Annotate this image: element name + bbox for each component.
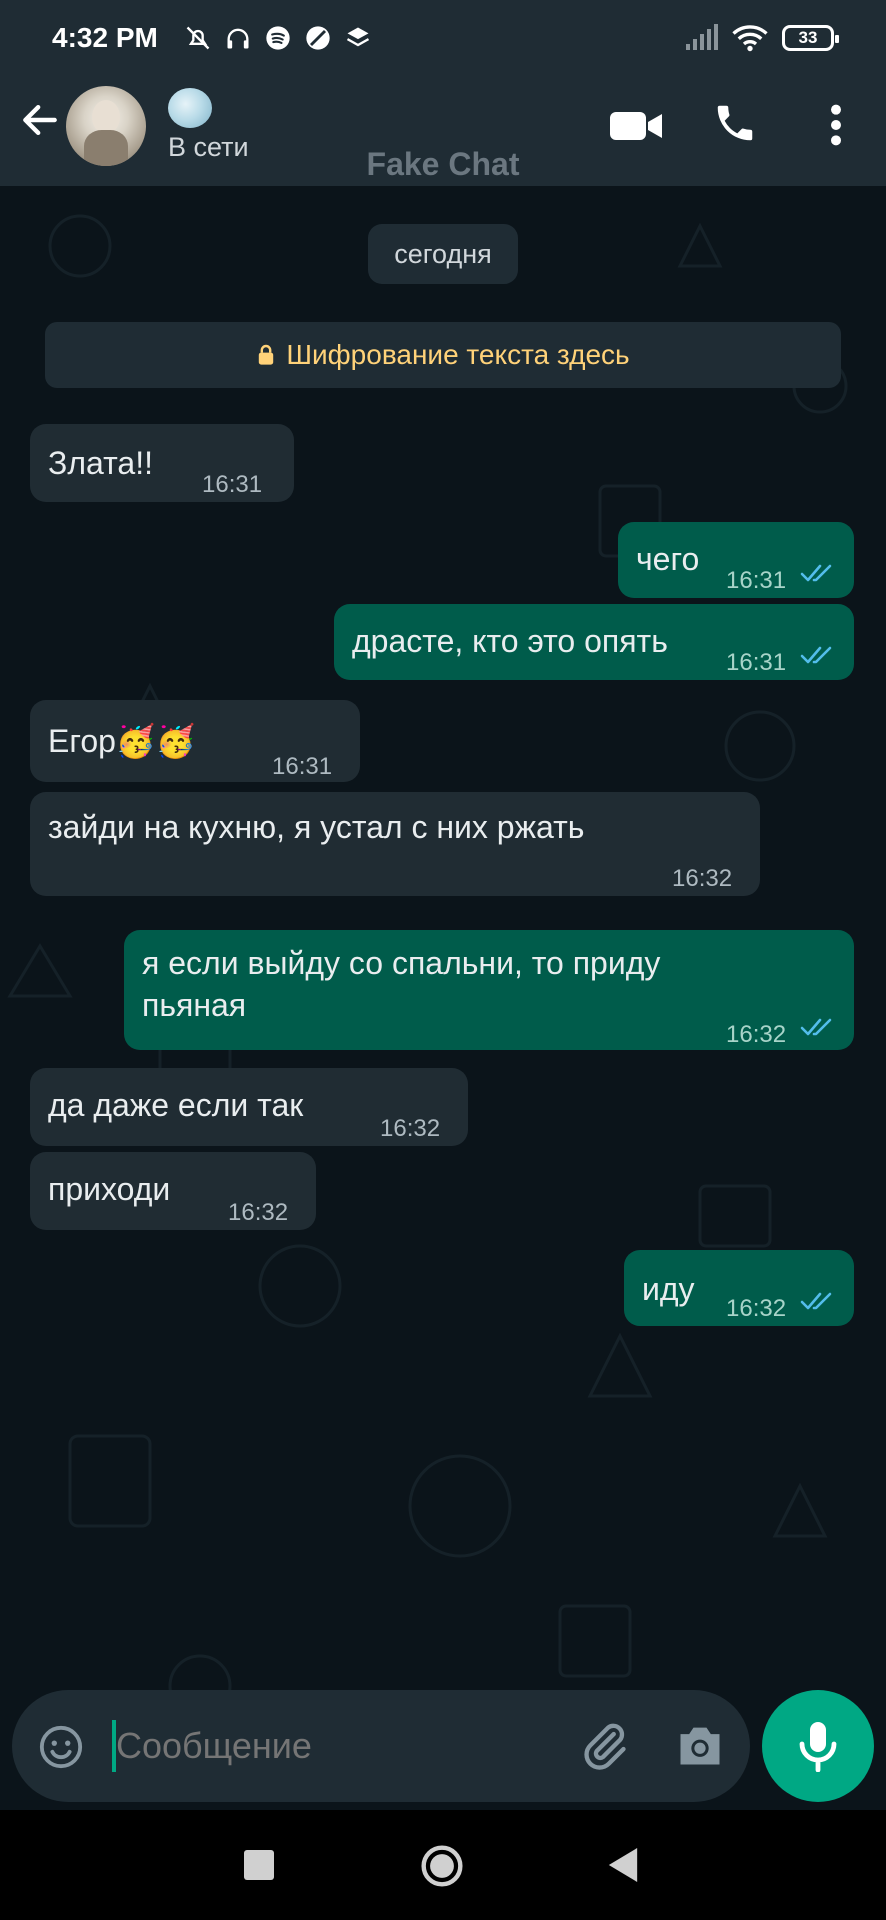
message-text: приходи [48, 1171, 171, 1207]
lock-icon [259, 344, 274, 365]
read-ticks-icon [800, 1018, 832, 1036]
message-incoming[interactable]: да даже если так 16:32 [30, 1068, 468, 1146]
back-arrow-icon[interactable] [18, 98, 62, 142]
message-time: 16:32 [726, 1021, 787, 1048]
circle-slash-icon [306, 26, 330, 50]
camera-icon[interactable] [674, 1720, 726, 1770]
message-text: иду [642, 1271, 695, 1307]
wifi-icon [732, 25, 768, 52]
message-text: зайди на кухню, я устал с них ржать [48, 809, 585, 845]
message-text: Егор🥳🥳 [48, 723, 196, 759]
message-text: да даже если так [48, 1087, 304, 1123]
message-time: 16:32 [228, 1199, 289, 1226]
date-divider: сегодня [368, 224, 518, 284]
encryption-notice-text: Шифрование текста здесь [286, 339, 630, 370]
message-time: 16:32 [726, 1295, 787, 1322]
message-time: 16:32 [672, 865, 733, 892]
video-call-icon[interactable] [608, 106, 664, 146]
message-incoming[interactable]: зайди на кухню, я устал с них ржать 16:3… [30, 792, 760, 896]
message-incoming[interactable]: приходи 16:32 [30, 1152, 316, 1230]
status-time: 4:32 PM [52, 22, 158, 53]
message-text: чего [636, 541, 700, 577]
message-incoming[interactable]: Егор🥳🥳 16:31 [30, 700, 360, 782]
status-notification-icons [184, 24, 372, 52]
read-ticks-icon [800, 564, 832, 582]
bell-off-icon [186, 26, 210, 50]
layers-icon [346, 27, 369, 47]
phone-icon[interactable] [712, 100, 758, 146]
more-vertical-icon[interactable] [820, 102, 852, 148]
mic-icon [799, 1722, 837, 1772]
headphones-icon [227, 28, 249, 49]
message-time: 16:31 [202, 471, 263, 498]
message-time: 16:31 [272, 753, 333, 780]
message-time: 16:32 [380, 1115, 441, 1142]
message-time: 16:31 [726, 649, 787, 676]
read-ticks-icon [800, 1292, 832, 1310]
voice-record-button[interactable] [762, 1690, 874, 1802]
spotify-icon [266, 26, 290, 50]
attach-icon[interactable] [578, 1720, 630, 1772]
nav-back-icon[interactable] [608, 1848, 638, 1882]
message-outgoing[interactable]: чего 16:31 [618, 522, 854, 598]
signal-icon [686, 24, 718, 50]
message-text: Злата!! [48, 445, 153, 481]
message-input[interactable] [116, 1718, 556, 1774]
chat-area[interactable]: сегодня Шифрование текста здесь Злата!! … [0, 186, 886, 1810]
status-system-icons: 33 [684, 24, 839, 52]
message-composer[interactable] [12, 1690, 750, 1802]
nav-home-icon[interactable] [420, 1844, 464, 1888]
message-incoming[interactable]: Злата!! 16:31 [30, 424, 294, 502]
system-nav-bar [0, 1810, 886, 1920]
read-ticks-icon [800, 646, 832, 664]
battery-icon: 33 [782, 25, 839, 51]
contact-name-emoji[interactable] [168, 88, 212, 128]
emoji-icon[interactable] [38, 1724, 84, 1770]
message-time: 16:31 [726, 567, 787, 594]
message-outgoing[interactable]: драсте, кто это опять 16:31 [334, 604, 854, 680]
message-outgoing[interactable]: иду 16:32 [624, 1250, 854, 1326]
status-bar: 4:32 PM 33 [0, 0, 886, 76]
message-text: я если выйду со спальни, то приду пьяная [142, 945, 661, 1023]
message-text: драсте, кто это опять [352, 623, 668, 659]
nav-square-icon[interactable] [244, 1850, 274, 1880]
message-outgoing[interactable]: я если выйду со спальни, то приду пьяная… [124, 930, 854, 1050]
watermark-text: Fake Chat [366, 146, 520, 182]
encryption-notice[interactable]: Шифрование текста здесь [45, 322, 841, 388]
